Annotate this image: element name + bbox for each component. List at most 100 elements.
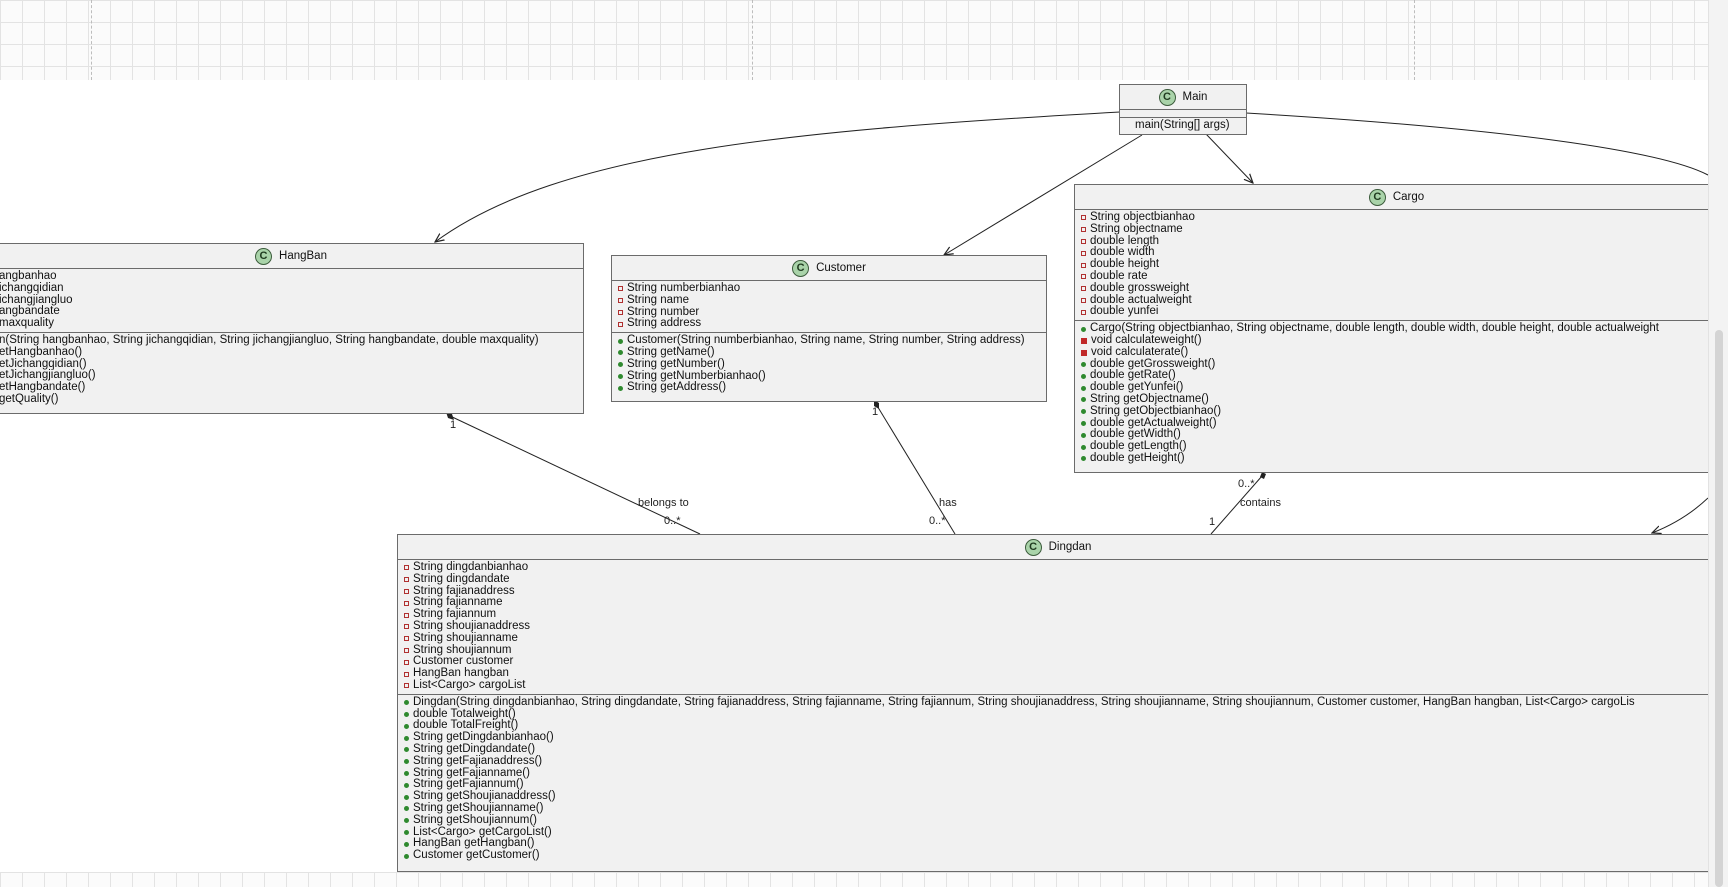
- dependency-main-hangban: [435, 111, 1121, 242]
- relation-label: contains: [1240, 497, 1281, 509]
- private-icon: [404, 612, 409, 618]
- class-member: String fajiannum: [404, 608, 1718, 621]
- private-icon: [1081, 238, 1086, 244]
- member-text: String getObjectname(): [1090, 392, 1209, 405]
- class-member: angbanhao: [0, 270, 583, 283]
- fields-section: angbanhao ichangqidian ichangjiangluo an…: [0, 269, 583, 332]
- public-icon: [1081, 420, 1086, 426]
- class-member: String getShoujiannum(): [404, 813, 1718, 827]
- private-icon: [1081, 274, 1086, 280]
- private-icon: [1081, 227, 1086, 233]
- class-member: double length: [1081, 235, 1718, 248]
- public-icon: [618, 385, 623, 391]
- class-member: double grossweight: [1081, 282, 1718, 295]
- fields-section: String dingdanbianhao String dingdandate…: [398, 560, 1718, 694]
- member-text: String dingdandate: [413, 572, 510, 585]
- class-member: String getObjectbianhao(): [1081, 404, 1718, 418]
- class-member: Dingdan(String dingdanbianhao, String di…: [404, 695, 1718, 709]
- private-icon: [404, 636, 409, 642]
- fields-section: String objectbianhao String objectname d…: [1075, 210, 1718, 320]
- class-header: C HangBan: [0, 244, 583, 269]
- member-text: String address: [627, 317, 702, 330]
- dependency-main-dingdan: [1245, 112, 1708, 176]
- class-member: getQuality(): [0, 392, 583, 406]
- public-icon: [404, 770, 409, 776]
- member-text: main(String[] args): [1135, 119, 1230, 131]
- class-customer[interactable]: C Customer String numberbianhao String n…: [611, 255, 1047, 402]
- class-member: maxquality: [0, 317, 583, 330]
- class-member: String name: [618, 293, 1046, 307]
- class-member: angbandate: [0, 306, 583, 318]
- diagram-canvas[interactable]: C Main main(String[] args) C HangBan ang…: [0, 0, 1728, 887]
- member-text: String getName(): [627, 345, 715, 358]
- class-member: List<Cargo> getCargoList(): [404, 826, 1718, 839]
- class-hangban[interactable]: C HangBan angbanhao ichangqidian ichangj…: [0, 243, 584, 414]
- class-member: String objectname: [1081, 222, 1718, 236]
- member-text: String getShoujiannum(): [413, 813, 538, 826]
- class-member: n(String hangbanhao, String jichangqidia…: [0, 334, 583, 347]
- class-member: String getFajianaddress(): [404, 754, 1718, 768]
- public-icon: [404, 747, 409, 753]
- private-icon: [1081, 286, 1086, 292]
- class-member: String dingdanbianhao: [404, 561, 1718, 574]
- vertical-scrollbar[interactable]: [1708, 0, 1728, 887]
- public-icon: [404, 806, 409, 812]
- class-c-icon: C: [792, 259, 810, 277]
- private-icon: [618, 309, 623, 315]
- class-member: void calculaterate(): [1081, 346, 1718, 359]
- public-icon: [618, 338, 623, 344]
- class-dingdan[interactable]: C Dingdan String dingdanbianhao String d…: [397, 534, 1719, 872]
- class-member: String getName(): [618, 345, 1046, 359]
- dependency-main-cargo: [1205, 133, 1253, 183]
- member-text: String getShoujianname(): [413, 801, 544, 814]
- methods-section: Customer(String numberbianhao, String na…: [612, 332, 1046, 396]
- class-member: String getDingdandate(): [404, 743, 1718, 756]
- class-member: String getObjectname(): [1081, 392, 1718, 406]
- class-member: String fajianname: [404, 597, 1718, 609]
- member-text: String name: [627, 293, 690, 306]
- class-member: String fajianaddress: [404, 585, 1718, 598]
- member-text: String objectname: [1090, 222, 1183, 235]
- private-icon: [1081, 297, 1086, 303]
- dependency-main-dingdan-lower: [1652, 497, 1708, 533]
- class-member: ichangjiangluo: [0, 294, 583, 307]
- public-icon: [404, 794, 409, 800]
- member-text: etHangbanhao(): [0, 345, 83, 358]
- relation-label: belongs to: [638, 497, 689, 509]
- class-member: double TotalFreight(): [404, 720, 1718, 732]
- class-c-icon: C: [255, 247, 273, 265]
- class-member: main(String[] args): [1126, 119, 1246, 132]
- class-member: etJichangjiangluo(): [0, 370, 583, 382]
- class-member: String getFajianname(): [404, 767, 1718, 780]
- member-text: getQuality(): [0, 392, 59, 405]
- fields-section: String numberbianhao String name String …: [612, 281, 1046, 332]
- private-icon: [404, 565, 409, 571]
- member-text: double rate: [1090, 269, 1148, 282]
- methods-section: n(String hangbanhao, String jichangqidia…: [0, 331, 583, 408]
- public-icon: [1081, 361, 1086, 367]
- public-icon: [404, 735, 409, 741]
- member-text: Customer getCustomer(): [413, 849, 540, 862]
- public-icon: [404, 818, 409, 824]
- class-member: String shoujianaddress: [404, 620, 1718, 633]
- class-cargo[interactable]: C Cargo String objectbianhao String obje…: [1074, 184, 1719, 473]
- private-method-icon: [1081, 349, 1087, 356]
- member-text: String getObjectbianhao(): [1090, 404, 1222, 417]
- member-text: Dingdan(String dingdanbianhao, String di…: [413, 695, 1635, 708]
- class-member: etHangbandate(): [0, 381, 583, 394]
- member-text: ichangqidian: [0, 281, 64, 294]
- multiplicity-label: 1: [450, 419, 457, 431]
- private-icon: [404, 659, 409, 665]
- class-c-icon: C: [1024, 538, 1042, 556]
- class-header: C Customer: [612, 256, 1046, 281]
- private-icon: [404, 588, 409, 594]
- class-name: Main: [1182, 91, 1208, 103]
- class-main[interactable]: C Main main(String[] args): [1119, 84, 1247, 135]
- class-c-icon: C: [1368, 188, 1386, 206]
- relation-label: has: [939, 497, 957, 509]
- class-member: HangBan getHangban(): [404, 838, 1718, 850]
- public-icon: [1081, 444, 1086, 450]
- member-text: String getFajianaddress(): [413, 754, 543, 767]
- scrollbar-thumb[interactable]: [1715, 330, 1723, 887]
- private-icon: [1081, 309, 1086, 315]
